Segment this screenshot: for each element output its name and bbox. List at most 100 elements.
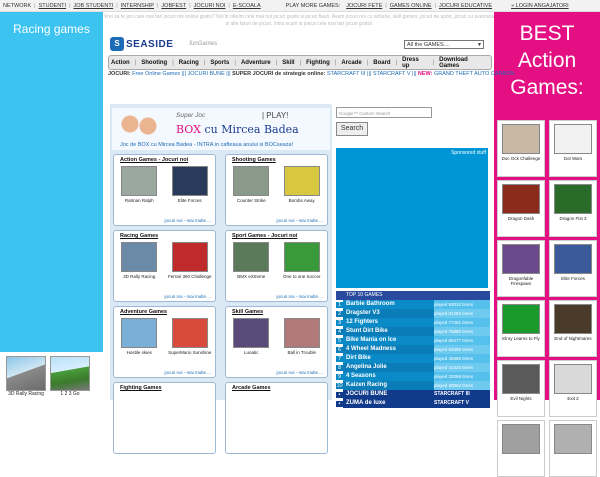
action-game-tile[interactable] xyxy=(497,420,545,477)
featured-play-label[interactable]: | PLAY! xyxy=(262,111,288,120)
nav-jocuri-educative[interactable]: JOCURI EDUCATIVE xyxy=(439,3,492,9)
nav-login-angajatori[interactable]: » LOGIN ANGAJATORI xyxy=(511,3,569,9)
top10-plays: STARCRAFT III xyxy=(434,390,490,399)
nav-internship[interactable]: INTERNSHIP xyxy=(121,3,154,9)
all-games-select[interactable]: All the GAMES.... ▼ xyxy=(404,40,484,49)
game-item[interactable]: Hostile skies xyxy=(117,318,161,355)
more-games-link[interactable]: jocuri noi - mai multe ... xyxy=(276,370,323,375)
top10-row[interactable]: 64 Wheel Madness played 54595 times xyxy=(336,345,490,354)
top10-row[interactable]: • ZUMA de luxe STARCRAFT V xyxy=(336,399,490,408)
search-button[interactable]: Search xyxy=(336,122,368,136)
game-thumbnail xyxy=(554,424,592,454)
nav-games-online[interactable]: GAMES ONLINE xyxy=(390,3,432,9)
link-starcraft-iii[interactable]: STARCRAFT III xyxy=(327,71,366,77)
nav-jocuri-fete[interactable]: JOCURI FETE xyxy=(346,3,382,9)
cat-sports[interactable]: Sports xyxy=(208,60,231,66)
top10-row[interactable]: 8 Angelina Jolie played 41420 times xyxy=(336,363,490,372)
nav-network[interactable]: NETWORK xyxy=(3,3,31,9)
nav-studenti[interactable]: STUDENTI xyxy=(39,3,67,9)
action-game-tile[interactable]: Dot Wars xyxy=(549,120,597,177)
link-jocuri-bune[interactable]: JOCURI BUNE xyxy=(188,71,225,77)
nav-e-scoala[interactable]: E-SCOALA xyxy=(233,3,261,9)
top10-n: 9 xyxy=(336,373,343,380)
more-games-link[interactable]: jocuri noi - mai multe ... xyxy=(164,218,211,223)
link-free-online-games[interactable]: Free Online Games xyxy=(132,71,180,77)
jocuri-label: JOCURI: xyxy=(108,71,131,77)
box-title[interactable]: Skill Games xyxy=(232,309,327,315)
cat-dress-up[interactable]: Dress up xyxy=(400,57,429,69)
box-title[interactable]: Sport Games - Jocuri noi xyxy=(232,233,327,239)
link-gta-carbon[interactable]: GRAND THEFT AUTO CARBON xyxy=(434,71,514,77)
left-thumb[interactable]: 3D Rally Racing xyxy=(6,352,46,400)
cat-action[interactable]: Action xyxy=(109,60,132,66)
nav-jobfest[interactable]: JOBFEST xyxy=(161,3,186,9)
action-games-grid: Doc Ock Challenge Dot Wars Dragon Dash Drag… xyxy=(497,120,599,477)
top10-n: 3 xyxy=(336,319,343,326)
box-title[interactable]: Racing Games xyxy=(120,233,215,239)
action-game-tile[interactable]: Elroy Learns to Fly xyxy=(497,300,545,357)
left-thumb[interactable]: 1 2 3 Go xyxy=(50,352,90,400)
featured-game-banner[interactable]: Super Joc | PLAY! BOX cu Mircea Badea Jo… xyxy=(112,108,330,150)
action-game-tile[interactable]: Dragonfable Firespawn xyxy=(497,240,545,297)
cat-arcade[interactable]: Arcade xyxy=(339,60,363,66)
more-games-link[interactable]: jocuri noi - mai multe ... xyxy=(276,294,323,299)
cat-fighting[interactable]: Fighting xyxy=(304,60,332,66)
game-item[interactable]: Ferrari 360 Challenge xyxy=(168,242,212,279)
top10-row[interactable]: 94 Seasons played 33069 times xyxy=(336,372,490,381)
top10-row[interactable]: 5 Bike Mania on Ice played 66477 times xyxy=(336,336,490,345)
featured-title-a: BOX xyxy=(176,123,201,136)
top10-row[interactable]: 2 Dragster V3 played 81284 times xyxy=(336,309,490,318)
action-game-tile[interactable]: Elite Forces xyxy=(549,240,597,297)
box-title[interactable]: Action Games - Jocuri noi xyxy=(120,157,215,163)
game-item[interactable]: Elite Forces xyxy=(168,166,212,203)
action-game-tile[interactable]: End of Nightmares xyxy=(549,300,597,357)
game-category-box: Action Games - Jocuri noi Ratman Ralph Eli… xyxy=(113,154,216,226)
cat-racing[interactable]: Racing xyxy=(177,60,201,66)
action-game-tile[interactable]: Evil Nights xyxy=(497,360,545,417)
top10-row[interactable]: 10 Kaizen Racing played 30862 times xyxy=(336,381,490,390)
cat-download-games[interactable]: Download Games xyxy=(437,57,491,69)
more-games-link[interactable]: jocuri noi - mai multe ... xyxy=(164,370,211,375)
game-item[interactable]: One to one Soccer xyxy=(280,242,324,279)
game-item[interactable]: BMX eXtreme xyxy=(229,242,273,279)
game-item[interactable]: Counter Strike xyxy=(229,166,273,203)
box-title[interactable]: Shooting Games xyxy=(232,157,327,163)
cat-skill[interactable]: Skill xyxy=(280,60,296,66)
cat-adventure[interactable]: Adventure xyxy=(239,60,273,66)
top10-plays: played 81284 times xyxy=(434,309,490,318)
action-game-tile[interactable]: Doc Ock Challenge xyxy=(497,120,545,177)
game-item[interactable]: 3D Rally Racing xyxy=(117,242,161,279)
more-games-link[interactable]: jocuri noi - mai multe ... xyxy=(164,294,211,299)
nav-jocuri-noi[interactable]: JOCURI NOI xyxy=(194,3,226,9)
site-logo[interactable]: S SEASIDE funGames xyxy=(110,36,217,52)
action-game-tile[interactable] xyxy=(549,420,597,477)
game-item[interactable]: Ratman Ralph xyxy=(117,166,161,203)
cat-board[interactable]: Board xyxy=(371,60,392,66)
nav-job-studenti[interactable]: JOB STUDENTI xyxy=(74,3,114,9)
top10-row[interactable]: 1 Barbie Bathroom played 93010 times xyxy=(336,300,490,309)
top10-row[interactable]: 4 Stunt Dirt Bike played 76880 times xyxy=(336,327,490,336)
link-starcraft-v[interactable]: STARCRAFT V xyxy=(373,71,411,77)
box-title[interactable]: Fighting Games xyxy=(120,385,215,391)
action-game-tile[interactable]: Exit 2 xyxy=(549,360,597,417)
top10-header: TOP 10 GAMES xyxy=(336,291,490,300)
top10-row[interactable]: 7 Dirt Bike played 45880 times xyxy=(336,354,490,363)
promo-text: Vrei sa te joci cele mai tari jocuri noi… xyxy=(104,14,494,27)
action-game-tile[interactable]: Dragon Dash xyxy=(497,180,545,237)
game-item[interactable]: Lunatic xyxy=(229,318,273,355)
game-item[interactable]: SuperMario Sunshine xyxy=(168,318,212,355)
search-input[interactable]: Google™ Custom Search xyxy=(336,107,432,118)
more-games-link[interactable]: jocuri noi - mai multe ... xyxy=(276,218,323,223)
game-item[interactable]: Ball in Trouble xyxy=(280,318,324,355)
select-value: All the GAMES.... xyxy=(407,42,450,48)
cat-shooting[interactable]: Shooting xyxy=(139,60,169,66)
game-item[interactable]: Bombs Away xyxy=(280,166,324,203)
top10-row[interactable]: 3 12 Fighters played 77451 times xyxy=(336,318,490,327)
game-thumbnail xyxy=(233,242,270,272)
top10-row[interactable]: • JOCURI BUNE STARCRAFT III xyxy=(336,390,490,399)
box-title[interactable]: Arcade Games xyxy=(232,385,327,391)
action-game-label: Doc Ock Challenge xyxy=(501,156,541,161)
action-game-tile[interactable]: Dragon Fist 3 xyxy=(549,180,597,237)
box-title[interactable]: Adventure Games xyxy=(120,309,215,315)
top10-n: 1 xyxy=(336,301,343,308)
